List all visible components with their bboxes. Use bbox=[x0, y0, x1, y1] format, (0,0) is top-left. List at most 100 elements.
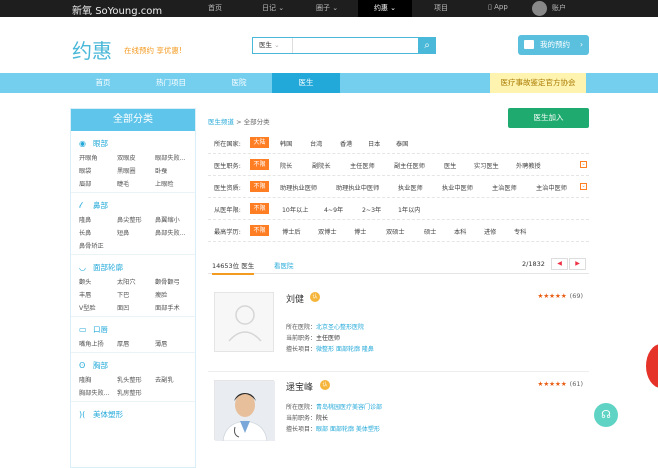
filter-option[interactable]: 10年以上 bbox=[282, 205, 308, 214]
category-link[interactable]: 嘴角上扬 bbox=[79, 339, 117, 348]
filter-option-selected[interactable]: 不限 bbox=[250, 225, 269, 236]
filter-option[interactable]: 执业中医师 bbox=[442, 183, 473, 192]
site-logo[interactable]: 新氧 SoYoung.com bbox=[72, 2, 162, 17]
filter-option[interactable]: 主治中医师 bbox=[536, 183, 567, 192]
association-link[interactable]: 医疗事故鉴定官方协会 bbox=[490, 73, 586, 93]
filter-option-selected[interactable]: 不限 bbox=[250, 203, 269, 214]
customer-service-button[interactable]: ☊ bbox=[594, 403, 618, 427]
top-nav-circle[interactable]: 圈子 ⌄ bbox=[316, 3, 338, 13]
category-link[interactable]: 卧蚕 bbox=[155, 166, 199, 175]
search-type-select[interactable]: 医生 ⌄ bbox=[253, 38, 293, 53]
category-link[interactable]: 开眼角 bbox=[79, 153, 117, 162]
filter-option[interactable]: 台湾 bbox=[310, 139, 322, 148]
filter-option[interactable]: 实习医生 bbox=[474, 161, 499, 170]
doctor-name[interactable]: 刘健 bbox=[286, 292, 304, 305]
hospital-link[interactable]: 青岛桃园医疗美容门诊部 bbox=[316, 404, 382, 411]
top-nav-yuehui[interactable]: 约惠 ⌄ bbox=[358, 0, 412, 17]
category-title[interactable]: 胸部 bbox=[93, 361, 108, 370]
category-link[interactable]: 鼻翼缩小 bbox=[155, 215, 199, 224]
filter-option[interactable]: 博士 bbox=[354, 227, 366, 236]
category-link[interactable]: 面部手术 bbox=[155, 303, 199, 312]
doctor-join-button[interactable]: 医生加入 bbox=[508, 108, 589, 128]
doctor-name[interactable]: 逯宝峰 bbox=[286, 380, 313, 393]
floating-promo-badge[interactable] bbox=[646, 344, 658, 388]
nav-hot-projects[interactable]: 热门项目 bbox=[136, 73, 206, 93]
hospital-link[interactable]: 北京圣心整形医院 bbox=[316, 324, 364, 331]
filter-option[interactable]: 1年以内 bbox=[398, 205, 421, 214]
prev-page-button[interactable]: ◀ bbox=[551, 258, 568, 270]
category-link[interactable]: 眼袋 bbox=[79, 166, 117, 175]
account-link[interactable]: 账户 bbox=[552, 3, 566, 13]
category-link[interactable]: 去副乳 bbox=[155, 375, 199, 384]
category-link[interactable]: 下巴 bbox=[117, 290, 155, 299]
filter-option[interactable]: 双博士 bbox=[318, 227, 337, 236]
category-title[interactable]: 口唇 bbox=[93, 325, 108, 334]
category-link[interactable]: 黑眼圈 bbox=[117, 166, 155, 175]
category-link[interactable]: 太阳穴 bbox=[117, 277, 155, 286]
filter-option[interactable]: 院长 bbox=[280, 161, 292, 170]
skill-link[interactable]: 微整形 bbox=[316, 346, 334, 353]
filter-option[interactable]: 进修 bbox=[484, 227, 496, 236]
doctor-photo-placeholder[interactable] bbox=[214, 292, 274, 352]
top-nav-project[interactable]: 项目 bbox=[434, 3, 448, 13]
nav-home[interactable]: 首页 bbox=[70, 73, 136, 93]
filter-option[interactable]: 博士后 bbox=[282, 227, 301, 236]
tab-hospitals[interactable]: 看医院 bbox=[274, 260, 294, 270]
skill-link[interactable]: 面部轮廓 bbox=[330, 426, 354, 433]
filter-option[interactable]: 副主任医师 bbox=[394, 161, 425, 170]
category-link[interactable]: 薄唇 bbox=[155, 339, 199, 348]
category-link[interactable]: 隆胸 bbox=[79, 375, 117, 384]
next-page-button[interactable]: ▶ bbox=[569, 258, 586, 270]
filter-option[interactable]: 医生 bbox=[444, 161, 456, 170]
filter-option[interactable]: 专科 bbox=[514, 227, 526, 236]
category-title[interactable]: 美体塑形 bbox=[93, 410, 123, 419]
category-link[interactable]: 双眼皮 bbox=[117, 153, 155, 162]
search-button[interactable]: ⌕ bbox=[418, 37, 436, 54]
category-link[interactable]: 上眼睑 bbox=[155, 179, 199, 188]
avatar[interactable] bbox=[532, 1, 547, 16]
filter-option[interactable]: 双硕士 bbox=[386, 227, 405, 236]
filter-option-selected[interactable]: 不限 bbox=[250, 159, 269, 170]
category-link[interactable]: 短鼻 bbox=[117, 228, 155, 237]
category-link[interactable]: 颧骨颧弓 bbox=[155, 277, 199, 286]
skill-link[interactable]: 美体塑形 bbox=[356, 426, 380, 433]
filter-option[interactable]: 4~9年 bbox=[324, 205, 343, 214]
category-link[interactable]: 鼻部失败... bbox=[155, 228, 199, 237]
category-link[interactable]: 面凹 bbox=[117, 303, 155, 312]
category-title[interactable]: 鼻部 bbox=[93, 201, 108, 210]
my-appointments-button[interactable]: 我的预约 › bbox=[518, 35, 589, 55]
filter-option[interactable]: 助理执业中医师 bbox=[336, 183, 379, 192]
filter-option-selected[interactable]: 不限 bbox=[250, 181, 269, 192]
filter-option[interactable]: 2~3年 bbox=[362, 205, 381, 214]
chevron-down-icon[interactable]: ⌄ bbox=[580, 161, 587, 168]
category-link[interactable]: 眉部 bbox=[79, 179, 117, 188]
search-input[interactable] bbox=[295, 39, 415, 52]
filter-option[interactable]: 主治医师 bbox=[492, 183, 517, 192]
filter-option[interactable]: 泰国 bbox=[396, 139, 408, 148]
filter-option[interactable]: 外聘教授 bbox=[516, 161, 541, 170]
filter-option[interactable]: 本科 bbox=[454, 227, 466, 236]
category-link[interactable]: 厚唇 bbox=[117, 339, 155, 348]
skill-link[interactable]: 面部轮廓 bbox=[336, 346, 360, 353]
category-link[interactable]: 乳头整形 bbox=[117, 375, 155, 384]
category-link[interactable]: 长鼻 bbox=[79, 228, 117, 237]
filter-option[interactable]: 执业医师 bbox=[398, 183, 423, 192]
filter-option[interactable]: 副院长 bbox=[312, 161, 331, 170]
category-title[interactable]: 眼部 bbox=[93, 139, 108, 148]
category-link[interactable]: 颧头 bbox=[79, 277, 117, 286]
skill-link[interactable]: 隆鼻 bbox=[362, 346, 374, 353]
filter-option[interactable]: 助理执业医师 bbox=[280, 183, 317, 192]
category-link[interactable]: 眼部失败... bbox=[155, 153, 199, 162]
breadcrumb-link[interactable]: 医生频道 bbox=[208, 118, 234, 126]
category-link[interactable]: 鼻尖整形 bbox=[117, 215, 155, 224]
category-link[interactable]: 胸部失败... bbox=[79, 388, 117, 397]
filter-option[interactable]: 日本 bbox=[368, 139, 380, 148]
category-title[interactable]: 面部轮廓 bbox=[93, 263, 123, 272]
filter-option[interactable]: 香港 bbox=[340, 139, 352, 148]
top-nav-diary[interactable]: 日记 ⌄ bbox=[262, 3, 284, 13]
nav-hospitals[interactable]: 医院 bbox=[206, 73, 272, 93]
nav-doctors[interactable]: 医生 bbox=[272, 73, 340, 93]
filter-option[interactable]: 主任医师 bbox=[350, 161, 375, 170]
category-link[interactable]: 隆鼻 bbox=[79, 215, 117, 224]
doctor-photo[interactable] bbox=[214, 380, 275, 442]
